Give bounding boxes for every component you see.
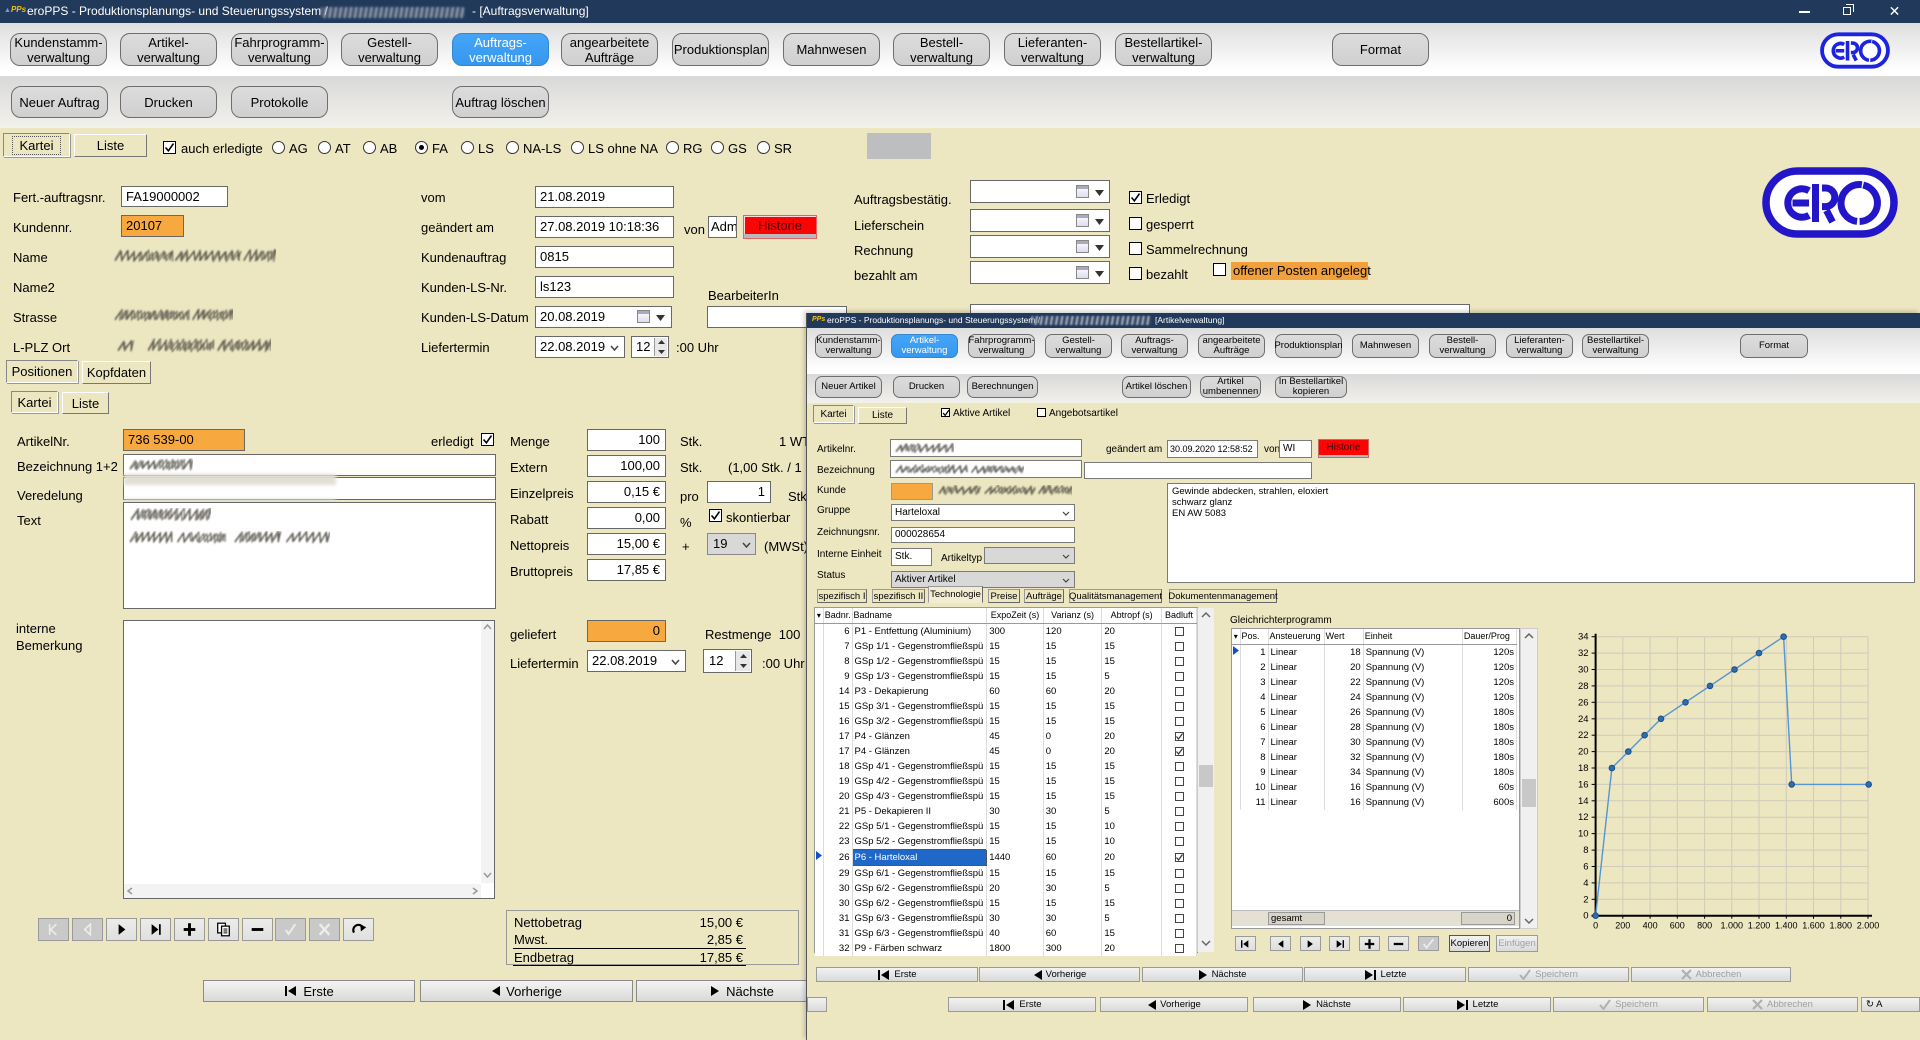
svg-text:1.200: 1.200	[1748, 921, 1771, 931]
svg-text:6: 6	[1583, 862, 1588, 873]
svg-text:18: 18	[1578, 763, 1589, 774]
svg-text:14: 14	[1578, 796, 1589, 807]
svg-text:600: 600	[1670, 921, 1685, 931]
svg-text:2: 2	[1583, 894, 1588, 905]
svg-text:0: 0	[1583, 911, 1588, 922]
svg-text:1.400: 1.400	[1775, 921, 1798, 931]
svg-text:8: 8	[1583, 845, 1588, 856]
svg-text:0: 0	[1593, 921, 1598, 931]
svg-text:20: 20	[1578, 747, 1589, 758]
svg-text:12: 12	[1578, 812, 1589, 823]
svg-text:2.000: 2.000	[1857, 921, 1880, 931]
svg-text:30: 30	[1578, 665, 1589, 676]
svg-text:32: 32	[1578, 648, 1589, 659]
svg-text:200: 200	[1615, 921, 1630, 931]
svg-text:1.800: 1.800	[1830, 921, 1853, 931]
svg-text:26: 26	[1578, 697, 1589, 708]
svg-text:22: 22	[1578, 730, 1589, 741]
svg-text:34: 34	[1578, 632, 1589, 643]
svg-text:1.000: 1.000	[1721, 921, 1744, 931]
svg-text:4: 4	[1583, 878, 1588, 889]
svg-text:400: 400	[1643, 921, 1658, 931]
svg-text:28: 28	[1578, 681, 1589, 692]
svg-text:24: 24	[1578, 714, 1589, 725]
svg-text:16: 16	[1578, 779, 1589, 790]
svg-text:1.600: 1.600	[1802, 921, 1825, 931]
svg-text:800: 800	[1697, 921, 1712, 931]
svg-text:10: 10	[1578, 829, 1589, 840]
